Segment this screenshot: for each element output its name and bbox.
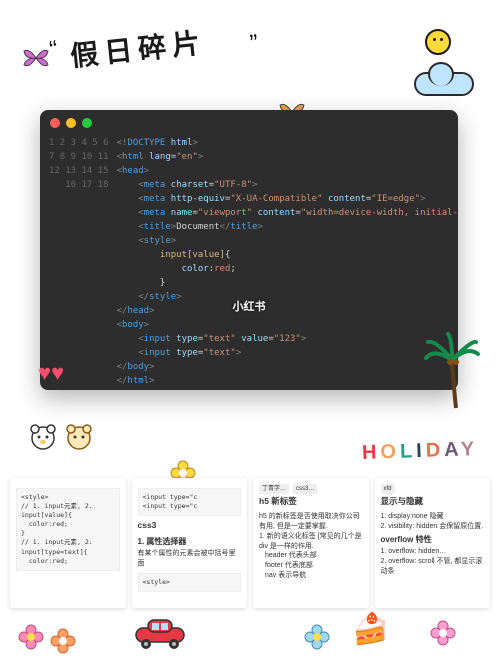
note-card[interactable]: <style> // 1. input元素, 2. input[value]{ … [10, 478, 126, 608]
watermark-label: 小红书 [233, 300, 266, 314]
flower-icon [430, 620, 456, 646]
note-text: 1. 新的语义化标签 [常见的几个是 div 是一样的作用. [259, 532, 363, 552]
bear-icon [26, 420, 60, 454]
note-text: 1. overflow: hidden… [381, 547, 485, 557]
code-area[interactable]: 1 2 3 4 5 6 7 8 9 10 11 12 13 14 15 16 1… [40, 136, 458, 388]
code-snippet: <input type="c <input type="c [138, 488, 242, 516]
maximize-icon[interactable] [82, 118, 92, 128]
minimize-icon[interactable] [66, 118, 76, 128]
tab-item[interactable]: css3… [293, 484, 317, 494]
note-subheading: overflow 特性 [381, 534, 485, 545]
note-card[interactable]: <input type="c <input type="c css3 1. 属性… [132, 478, 248, 608]
close-icon[interactable] [50, 118, 60, 128]
note-text: footer 代表底部 [265, 561, 363, 571]
note-thumbnails: <style> // 1. input元素, 2. input[value]{ … [10, 478, 490, 608]
bear-icon [62, 420, 96, 454]
code-content[interactable]: <!DOCTYPE html> <html lang="en"> <head> … [117, 136, 458, 388]
note-text: 有某个属性的元素会被中括号里面 [138, 549, 242, 569]
note-card[interactable]: 丁青学… css3… h5 新标签 h5 的新标签是否使用取决你公司有用, 但是… [253, 478, 369, 608]
note-text: header 代表头部 [265, 551, 363, 561]
note-text: nav 表示导航 [265, 571, 363, 581]
sun-icon [416, 22, 460, 66]
note-text: 1. display:none 隐藏 [381, 512, 485, 522]
flower-icon [50, 628, 76, 654]
quote-close-icon: ” [249, 30, 260, 59]
note-heading: css3 [138, 520, 242, 532]
note-text: 2. overflow: scroll 不管, 都显示滚动条 [381, 557, 485, 577]
note-subheading: 1. 属性选择器 [138, 536, 242, 547]
tab-item[interactable]: 丁青学… [259, 484, 289, 494]
note-text: h5 的新标签是否使用取决你公司有用, 但是一定要掌握. [259, 512, 363, 532]
code-snippet: <style> // 1. input元素, 2. input[value]{ … [16, 488, 120, 571]
window-controls [40, 110, 458, 136]
note-heading: 显示与隐藏 [381, 496, 485, 508]
cake-icon: 🍰 [352, 612, 389, 647]
butterfly-icon [22, 46, 50, 70]
palm-tree-icon [422, 330, 482, 410]
code-editor-window: 1 2 3 4 5 6 7 8 9 10 11 12 13 14 15 16 1… [40, 110, 458, 390]
note-card[interactable]: xfd 显示与隐藏 1. display:none 隐藏 2. visibili… [375, 478, 491, 608]
car-icon [130, 616, 190, 652]
flower-icon [18, 624, 44, 650]
flower-icon [304, 624, 330, 650]
tab-row: 丁青学… css3… [259, 484, 363, 494]
line-number-gutter: 1 2 3 4 5 6 7 8 9 10 11 12 13 14 15 16 1… [44, 136, 117, 388]
cloud-icon [414, 72, 474, 96]
page-title: 假日碎片 [68, 21, 207, 75]
note-heading: h5 新标签 [259, 496, 363, 508]
note-text: 2. visibility: hidden 会保留原位置. [381, 522, 485, 532]
tab-item[interactable]: xfd [381, 484, 395, 494]
heart-icon: ♥♥ [38, 360, 64, 386]
holiday-label: HOLIDAY [361, 438, 478, 465]
code-snippet: <style> [138, 573, 242, 592]
